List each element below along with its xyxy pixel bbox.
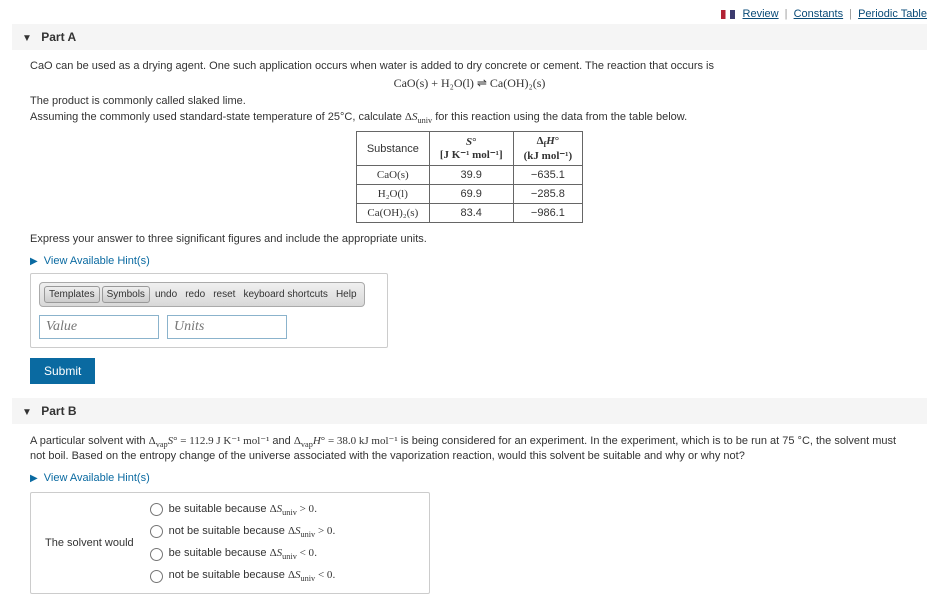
triangle-right-icon: ▶: [30, 473, 38, 484]
product-line: The product is commonly called slaked li…: [30, 95, 909, 107]
top-links-bar: Review | Constants | Periodic Table: [12, 8, 927, 20]
caret-down-icon: ▼: [22, 407, 32, 418]
view-hints-b[interactable]: ▶ View Available Hint(s): [30, 472, 150, 484]
keyboard-button[interactable]: keyboard shortcuts: [240, 289, 331, 300]
thermo-data-table: Substance S° [J K⁻¹ mol⁻¹] ΔfH° (kJ mol⁻…: [356, 131, 583, 223]
part-a-equation: CaO(s) + H₂O(l) ⇌ Ca(OH)₂(s): [30, 76, 909, 91]
radio-option-1[interactable]: [150, 503, 163, 516]
multiple-choice-box: The solvent would be suitable because ΔS…: [30, 492, 430, 595]
help-button[interactable]: Help: [333, 289, 360, 300]
symbols-button[interactable]: Symbols: [102, 286, 150, 303]
view-hints-a[interactable]: ▶ View Available Hint(s): [30, 255, 150, 267]
radio-option-2[interactable]: [150, 525, 163, 538]
review-link[interactable]: Review: [743, 8, 779, 20]
value-input[interactable]: [39, 315, 159, 339]
part-a-header[interactable]: ▼ Part A: [12, 24, 927, 50]
mc-option-3[interactable]: be suitable because ΔSuniv < 0.: [150, 547, 336, 561]
periodic-table-link[interactable]: Periodic Table: [858, 8, 927, 20]
caret-down-icon: ▼: [22, 33, 32, 44]
part-b-header[interactable]: ▼ Part B: [12, 398, 927, 424]
answer-input-box: Templates Symbols undo redo reset keyboa…: [30, 273, 388, 348]
flag-icon: [721, 10, 735, 19]
part-b-title: Part B: [41, 404, 76, 418]
mc-option-2[interactable]: not be suitable because ΔSuniv > 0.: [150, 525, 336, 539]
col-substance: Substance: [356, 132, 429, 166]
mc-option-4[interactable]: not be suitable because ΔSuniv < 0.: [150, 569, 336, 583]
mc-option-1[interactable]: be suitable because ΔSuniv > 0.: [150, 503, 336, 517]
answer-toolbar: Templates Symbols undo redo reset keyboa…: [39, 282, 365, 307]
submit-button-a[interactable]: Submit: [30, 358, 95, 384]
col-h: ΔfH° (kJ mol⁻¹): [513, 132, 583, 166]
reset-button[interactable]: reset: [210, 289, 238, 300]
calc-line: Assuming the commonly used standard-stat…: [30, 111, 909, 125]
mc-prompt: The solvent would: [45, 537, 134, 549]
answer-instruct: Express your answer to three significant…: [30, 233, 909, 245]
radio-option-4[interactable]: [150, 570, 163, 583]
table-row: CaO(s) 39.9 −635.1: [356, 166, 582, 185]
radio-option-3[interactable]: [150, 548, 163, 561]
col-s: S° [J K⁻¹ mol⁻¹]: [429, 132, 513, 166]
constants-link[interactable]: Constants: [794, 8, 844, 20]
part-a-intro: CaO can be used as a drying agent. One s…: [30, 60, 909, 72]
part-a-title: Part A: [41, 30, 76, 44]
triangle-right-icon: ▶: [30, 256, 38, 267]
undo-button[interactable]: undo: [152, 289, 180, 300]
redo-button[interactable]: redo: [182, 289, 208, 300]
table-row: H₂O(l) 69.9 −285.8: [356, 185, 582, 204]
table-row: Ca(OH)₂(s) 83.4 −986.1: [356, 204, 582, 223]
part-b-text: A particular solvent with ΔvapS° = 112.9…: [30, 434, 909, 461]
templates-button[interactable]: Templates: [44, 286, 100, 303]
units-input[interactable]: [167, 315, 287, 339]
